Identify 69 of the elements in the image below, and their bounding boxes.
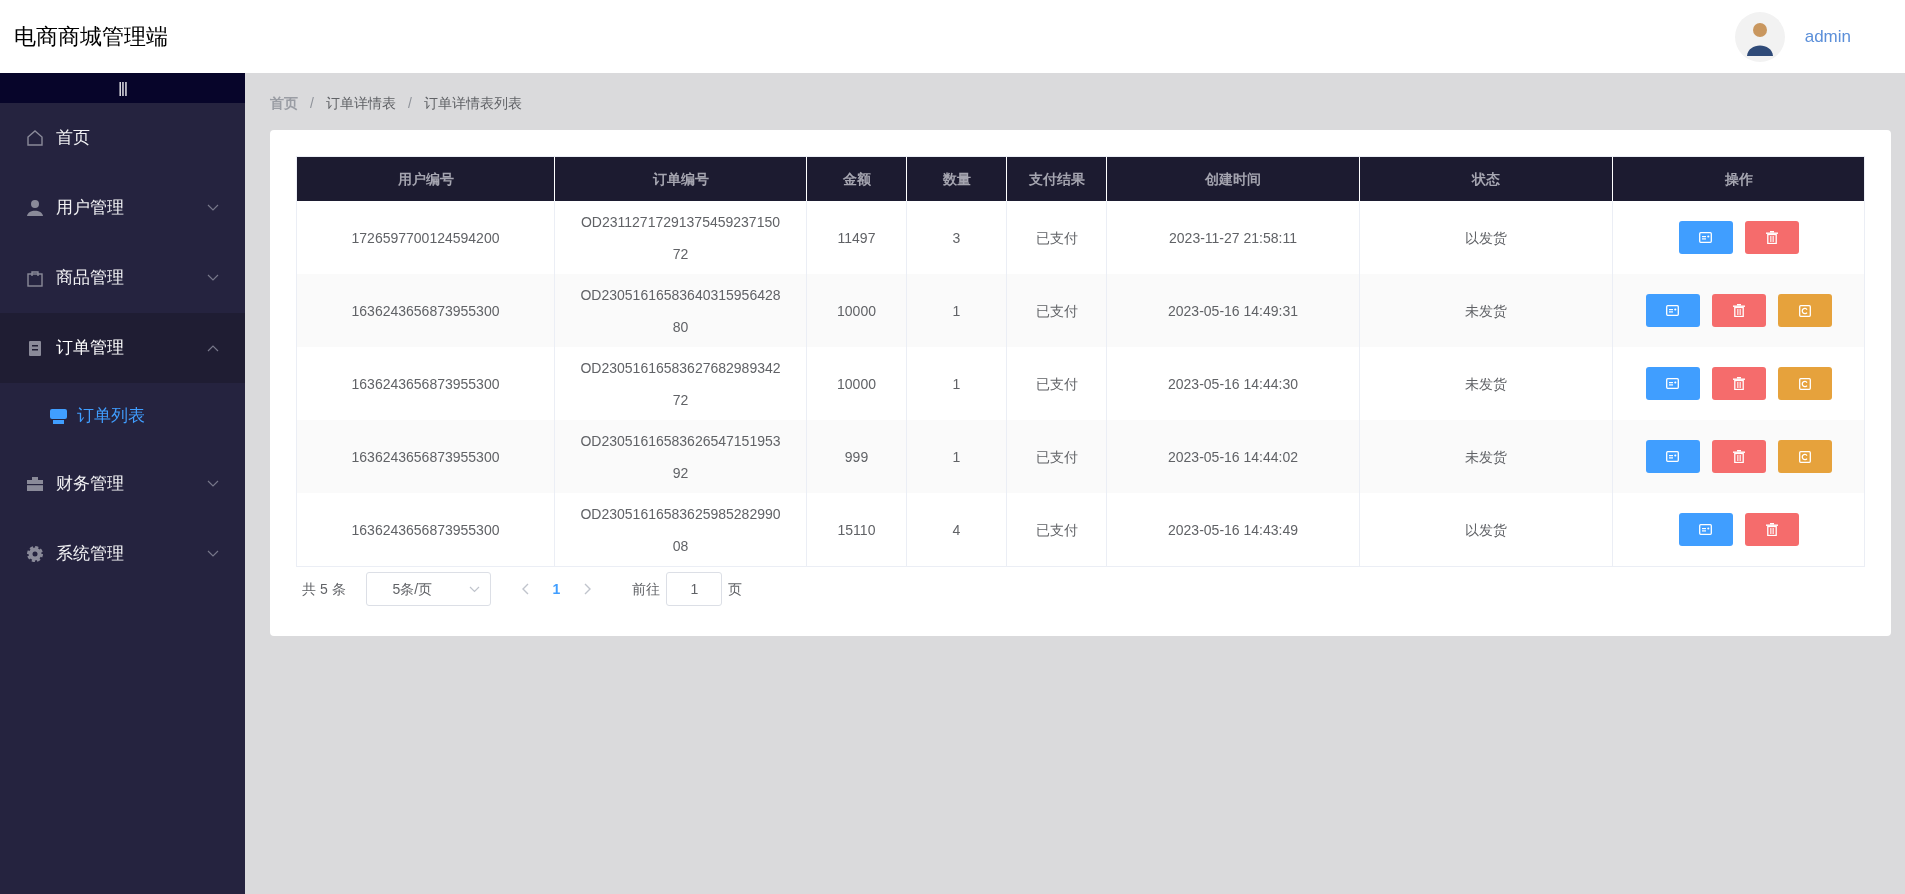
- column-header: 操作: [1723, 169, 1754, 189]
- total-count: 共 5 条: [302, 579, 346, 599]
- clipboard-icon: [26, 339, 44, 357]
- page-size-select[interactable]: 5条/页: [365, 572, 491, 606]
- settings-icon: [26, 545, 44, 563]
- delete-button[interactable]: [1711, 367, 1766, 400]
- goto-label: 前往: [632, 579, 661, 599]
- refresh-icon: [1798, 304, 1811, 317]
- view-button[interactable]: [1678, 221, 1733, 254]
- card-icon: [1699, 232, 1712, 243]
- chevron-down-icon: [468, 585, 480, 593]
- next-page-icon[interactable]: [584, 583, 593, 595]
- table-cell: 1636243656873955300: [297, 493, 555, 566]
- trash-icon: [1765, 523, 1778, 536]
- table-cell: OD2305161658362598528299008: [555, 493, 807, 566]
- view-button[interactable]: [1645, 440, 1700, 473]
- chevron-down-icon: [207, 480, 219, 488]
- card-icon: [1699, 524, 1712, 535]
- delete-button[interactable]: [1711, 294, 1766, 327]
- ship-button[interactable]: [1777, 367, 1832, 400]
- card-icon: [1666, 451, 1679, 462]
- menu-item[interactable]: 用户管理: [0, 173, 245, 243]
- trash-icon: [1732, 304, 1745, 317]
- page-input[interactable]: 1: [666, 572, 723, 606]
- ship-button[interactable]: [1777, 440, 1832, 473]
- username-link[interactable]: admin: [1804, 23, 1851, 50]
- chevron-down-icon: [207, 204, 219, 212]
- breadcrumb-link[interactable]: 订单详情表列表: [423, 93, 522, 114]
- trash-icon: [1732, 450, 1745, 463]
- menu-item[interactable]: 首页: [0, 103, 245, 173]
- table-cell: 已支付: [1007, 493, 1107, 566]
- submenu-item[interactable]: 订单列表: [0, 383, 245, 449]
- trash-icon: [1732, 377, 1745, 390]
- menu-item[interactable]: 商品管理: [0, 243, 245, 313]
- chevron-up-icon: [207, 344, 219, 352]
- breadcrumb-separator: /: [310, 94, 314, 113]
- delete-button[interactable]: [1744, 221, 1799, 254]
- briefcase-icon: [26, 475, 44, 493]
- ship-button[interactable]: [1777, 294, 1832, 327]
- delete-button[interactable]: [1711, 440, 1766, 473]
- menu-item[interactable]: 系统管理: [0, 519, 245, 589]
- avatar-icon: [1734, 11, 1785, 62]
- table-cell: 2023-05-16 14:43:49: [1107, 493, 1360, 566]
- trash-icon: [1765, 231, 1778, 244]
- user-icon: [26, 199, 44, 217]
- view-button[interactable]: [1645, 294, 1700, 327]
- card-icon: [1666, 305, 1679, 316]
- store-icon: [50, 408, 67, 424]
- collapse-toggle[interactable]: |||: [0, 73, 245, 103]
- table-cell: 4: [907, 493, 1007, 566]
- home-icon: [26, 129, 44, 147]
- chevron-down-icon: [207, 550, 219, 558]
- refresh-icon: [1798, 450, 1811, 463]
- menu-item[interactable]: 订单管理: [0, 313, 245, 383]
- page-suffix: 页: [728, 579, 743, 599]
- app-title: 电商商城管理端: [14, 23, 168, 51]
- table-cell: 以发货: [1360, 493, 1613, 566]
- table-cell: 15110: [807, 493, 907, 566]
- chevron-down-icon: [207, 274, 219, 282]
- breadcrumb-link[interactable]: 订单详情表: [325, 93, 396, 114]
- card-icon: [1666, 378, 1679, 389]
- view-button[interactable]: [1678, 513, 1733, 546]
- view-button[interactable]: [1645, 367, 1700, 400]
- refresh-icon: [1798, 377, 1811, 390]
- delete-button[interactable]: [1744, 513, 1799, 546]
- menu-item[interactable]: 财务管理: [0, 449, 245, 519]
- breadcrumb-separator: /: [407, 94, 412, 113]
- bag-icon: [26, 269, 44, 287]
- prev-page-icon[interactable]: [520, 583, 529, 595]
